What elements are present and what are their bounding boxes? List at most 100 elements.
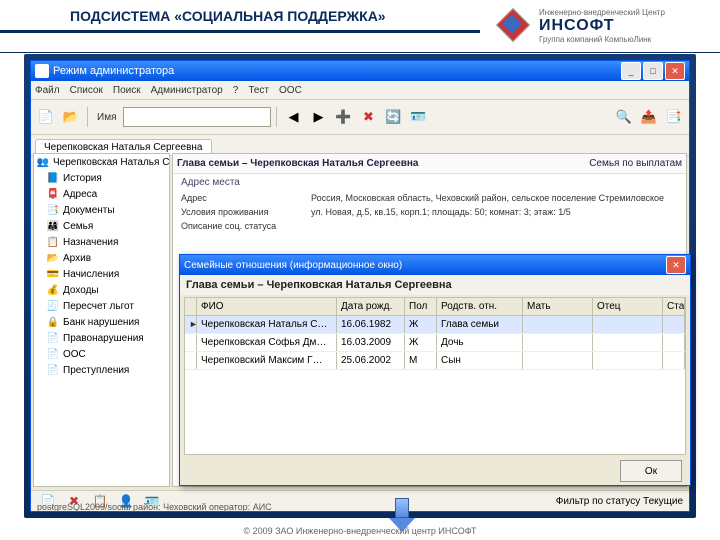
cell-st (663, 316, 685, 333)
open-icon[interactable]: 📂 (60, 106, 82, 128)
tree-history[interactable]: 📘История (34, 170, 169, 186)
tree-oos[interactable]: 📄ООС (34, 346, 169, 362)
row-marker-icon: ► (185, 316, 197, 333)
cell-sex: Ж (405, 316, 437, 333)
tree-assignments[interactable]: 📋Назначения (34, 234, 169, 250)
tree-income[interactable]: 💰Доходы (34, 282, 169, 298)
menu-help[interactable]: ? (233, 85, 239, 96)
toolbar: 📄 📂 Имя ◀ ▶ ➕ ✖ 🔄 🪪 🔍 📤 📑 (31, 100, 689, 135)
address-icon: 📮 (46, 187, 60, 201)
folder-icon: 📂 (46, 251, 60, 265)
name-search-input[interactable] (123, 107, 271, 127)
grid-header: ФИО Дата рожд. Пол Родств. отн. Мать Оте… (185, 298, 685, 316)
menu-test[interactable]: Тест (248, 85, 269, 96)
cell-mom (523, 316, 593, 333)
menu-search[interactable]: Поиск (113, 85, 141, 96)
money-icon: 💰 (46, 283, 60, 297)
tree-offenses[interactable]: 📄Правонарушения (34, 330, 169, 346)
content-subheading: Адрес места (173, 174, 686, 191)
tree-crimes[interactable]: 📄Преступления (34, 362, 169, 378)
tree-documents[interactable]: 📑Документы (34, 202, 169, 218)
col-relation: Родств. отн. (437, 298, 523, 315)
card-icon: 💳 (46, 267, 60, 281)
col-father: Отец (593, 298, 663, 315)
export-icon[interactable]: 📤 (638, 106, 660, 128)
brand-block: Инженерно-внедренческий Центр ИНСОФТ Гру… (495, 0, 720, 52)
slide-title: ПОДСИСТЕМА «СОЦИАЛЬНАЯ ПОДДЕРЖКА» (70, 8, 386, 24)
tree-archive[interactable]: 📂Архив (34, 250, 169, 266)
dialog-close-button[interactable]: ✕ (666, 256, 686, 274)
nav-tree[interactable]: 👥Черепковская Наталья Сергеевна 📘История… (33, 153, 170, 487)
label-address: Адрес (181, 193, 311, 203)
app-icon (35, 64, 49, 78)
brand-subline: Группа компаний КомпьюЛинк (539, 35, 665, 44)
clipboard-icon: 📋 (46, 235, 60, 249)
lock-icon: 🔒 (46, 315, 60, 329)
people-icon: 👥 (36, 155, 50, 169)
slide-header: ПОДСИСТЕМА «СОЦИАЛЬНАЯ ПОДДЕРЖКА» Инжене… (0, 0, 720, 53)
dialog-titlebar[interactable]: Семейные отношения (информационное окно)… (180, 255, 690, 275)
col-dob: Дата рожд. (337, 298, 405, 315)
family-dialog: Семейные отношения (информационное окно)… (179, 254, 691, 486)
brand-overline: Инженерно-внедренческий Центр (539, 8, 665, 17)
app-title: Режим администратора (53, 65, 174, 77)
menu-oos[interactable]: ООС (279, 85, 302, 96)
col-status: Статус (663, 298, 685, 315)
tree-recalc[interactable]: 🧾Пересчет льгот (34, 298, 169, 314)
family-icon: 👨‍👩‍👧 (46, 219, 60, 233)
delete-record-icon[interactable]: ✖ (357, 106, 379, 128)
dialog-title: Семейные отношения (информационное окно) (184, 260, 402, 271)
statusbar-right: Фильтр по статусу Текущие (556, 496, 683, 507)
content-heading-right: Семья по выплатам (589, 158, 682, 169)
page-icon: 📄 (46, 331, 60, 345)
content-heading-left: Глава семьи – Черепковская Наталья Серге… (177, 158, 589, 169)
menu-admin[interactable]: Администратор (151, 85, 223, 96)
brand-name: ИНСОФТ (539, 17, 665, 35)
page-icon: 📄 (46, 347, 60, 361)
app-titlebar[interactable]: Режим администратора _ □ ✕ (31, 61, 689, 81)
menu-bar: Файл Список Поиск Администратор ? Тест О… (31, 81, 689, 100)
refresh-icon[interactable]: 🔄 (382, 106, 404, 128)
tree-accruals[interactable]: 💳Начисления (34, 266, 169, 282)
grid-row[interactable]: Черепковский Максим Г… 25.06.2002 М Сын (185, 352, 685, 370)
next-icon[interactable]: ▶ (307, 106, 329, 128)
slide-stage: Режим администратора _ □ ✕ Файл Список П… (24, 54, 696, 518)
toolbar-label-name: Имя (97, 112, 116, 123)
label-status: Описание соц. статуса (181, 221, 311, 231)
col-marker (185, 298, 197, 315)
tree-family[interactable]: 👨‍👩‍👧Семья (34, 218, 169, 234)
tree-root[interactable]: 👥Черепковская Наталья Сергеевна (34, 154, 169, 170)
dialog-heading: Глава семьи – Черепковская Наталья Серге… (180, 275, 690, 295)
col-fio: ФИО (197, 298, 337, 315)
add-record-icon[interactable]: ➕ (332, 106, 354, 128)
prev-icon[interactable]: ◀ (282, 106, 304, 128)
value-living: ул. Новая, д.5, кв.15, корп.1; площадь: … (311, 207, 678, 217)
grid-row[interactable]: Черепковская Софья Дм… 16.03.2009 Ж Дочь (185, 334, 685, 352)
menu-file[interactable]: Файл (35, 85, 60, 96)
maximize-button[interactable]: □ (643, 62, 663, 80)
slide-footer: © 2009 ЗАО Инженерно-внедренческий центр… (0, 526, 720, 536)
cell-dob: 16.06.1982 (337, 316, 405, 333)
menu-list[interactable]: Список (70, 85, 103, 96)
cell-fio: Черепковская Наталья С… (197, 316, 337, 333)
card-icon[interactable]: 🪪 (407, 106, 429, 128)
ok-button[interactable]: Ок (620, 460, 682, 482)
family-grid[interactable]: ФИО Дата рожд. Пол Родств. отн. Мать Оте… (184, 297, 686, 455)
tree-addresses[interactable]: 📮Адреса (34, 186, 169, 202)
header-rule (0, 30, 480, 33)
tree-bank[interactable]: 🔒Банк нарушения (34, 314, 169, 330)
new-doc-icon[interactable]: 📄 (35, 106, 57, 128)
minimize-button[interactable]: _ (621, 62, 641, 80)
grid-row[interactable]: ► Черепковская Наталья С… 16.06.1982 Ж Г… (185, 316, 685, 334)
col-sex: Пол (405, 298, 437, 315)
print-icon[interactable]: 📑 (663, 106, 685, 128)
close-button[interactable]: ✕ (665, 62, 685, 80)
cell-rel: Глава семьи (437, 316, 523, 333)
label-living: Условия проживания (181, 207, 311, 217)
page-icon: 📄 (46, 363, 60, 377)
col-mother: Мать (523, 298, 593, 315)
statusbar-left: postgreSQL2009/social район: Чеховский о… (37, 502, 272, 512)
docs-icon: 📑 (46, 203, 60, 217)
book-icon: 📘 (46, 171, 60, 185)
search-icon[interactable]: 🔍 (613, 106, 635, 128)
